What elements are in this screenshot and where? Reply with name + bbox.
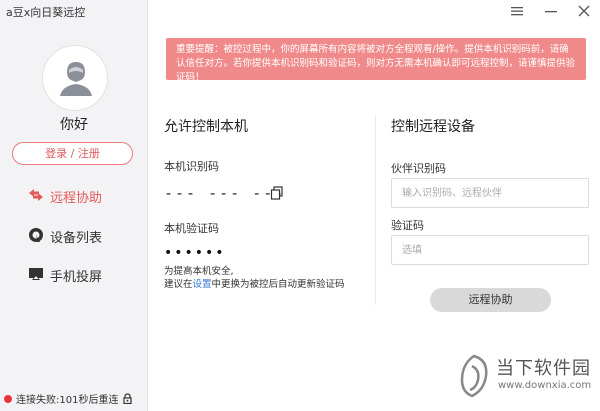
screen-cast-icon [29, 268, 43, 280]
hint-line2: 建议在设置中更换为被控后自动更新验证码 [164, 278, 345, 291]
security-hint: 为提高本机安全, 建议在设置中更换为被控后自动更新验证码 [164, 265, 345, 291]
partner-id-input[interactable] [391, 178, 589, 208]
local-id-value: --- --- --- [164, 184, 286, 202]
nav-item-label: 手机投屏 [50, 270, 103, 285]
sidebar: a豆x向日葵远控 你好 登录 / 注册 远程协助 设备列表 手机投屏 连接失败:… [0, 0, 148, 411]
hint-suffix: 中更换为被控后自动更新验证码 [211, 279, 345, 290]
local-id-label: 本机识别码 [164, 160, 219, 173]
partner-id-label: 伙伴识别码 [391, 162, 446, 175]
close-icon[interactable] [578, 4, 590, 18]
section-divider [375, 115, 376, 305]
minimize-icon[interactable] [545, 4, 557, 18]
greeting: 你好 [60, 117, 88, 133]
hint-line1: 为提高本机安全, [164, 266, 234, 277]
lock-icon[interactable] [123, 393, 133, 404]
watermark-text: 当下软件园 [496, 358, 591, 379]
remote-assist-button[interactable]: 远程协助 [430, 288, 551, 312]
settings-link[interactable]: 设置 [193, 279, 212, 290]
nav-item-device-list[interactable]: 设备列表 [0, 220, 148, 250]
connection-status: 连接失败:101秒后重连 [4, 391, 133, 406]
app-title: a豆x向日葵远控 [6, 6, 86, 19]
nav-item-screen-cast[interactable]: 手机投屏 [0, 259, 148, 289]
user-avatar-icon [60, 62, 92, 96]
avatar[interactable] [42, 45, 108, 111]
status-dot-icon [4, 394, 12, 403]
watermark-logo-icon [460, 354, 488, 398]
login-register-button[interactable]: 登录 / 注册 [12, 142, 133, 165]
watermark: 当下软件园 www.downxia.com [458, 352, 593, 402]
remote-control-title: 控制远程设备 [391, 119, 475, 135]
status-text: 连接失败:101秒后重连 [16, 395, 119, 406]
hint-prefix: 建议在 [164, 279, 193, 290]
local-code-value: •••••• [164, 245, 226, 261]
security-notice: 重要提醒：被控过程中，你的屏幕所有内容将被对方全程观看/操作。提供本机识别码前，… [166, 38, 586, 83]
nav-item-label: 远程协助 [50, 191, 103, 206]
nav-item-remote-assist[interactable]: 远程协助 [0, 180, 148, 210]
copy-icon[interactable] [270, 186, 284, 200]
verify-code-input[interactable] [391, 235, 589, 265]
watermark-url: www.downxia.com [498, 380, 592, 391]
nav-item-label: 设备列表 [50, 231, 103, 246]
menu-icon[interactable] [511, 4, 523, 18]
remote-assist-icon [29, 189, 43, 201]
local-code-label: 本机验证码 [164, 222, 219, 235]
allow-control-title: 允许控制本机 [164, 119, 248, 135]
device-list-icon [29, 228, 43, 242]
verify-code-label: 验证码 [391, 219, 424, 232]
